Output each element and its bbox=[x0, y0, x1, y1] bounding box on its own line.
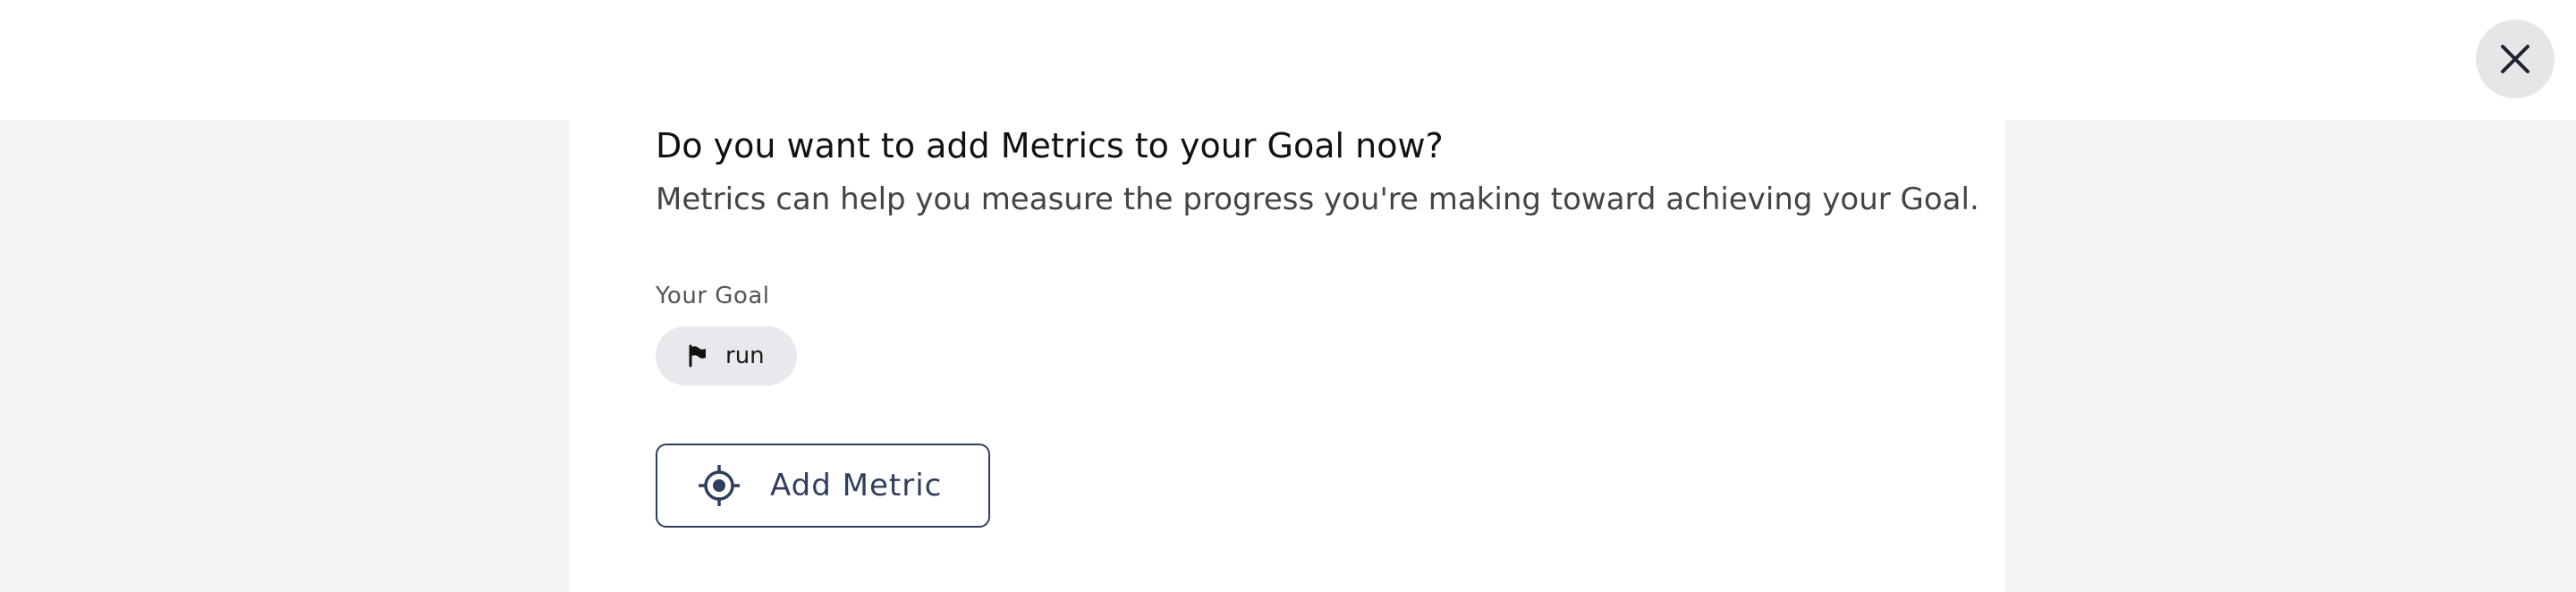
your-goal-label: Your Goal bbox=[656, 283, 770, 309]
close-button[interactable] bbox=[2476, 20, 2555, 98]
add-metric-button[interactable]: Add Metric bbox=[656, 444, 990, 528]
dialog-title: Do you want to add Metrics to your Goal … bbox=[656, 126, 1444, 165]
close-icon bbox=[2501, 45, 2529, 73]
goal-name: run bbox=[725, 343, 765, 369]
goal-chip: run bbox=[656, 326, 797, 385]
top-bar bbox=[0, 0, 2576, 120]
target-icon bbox=[699, 465, 740, 506]
add-metric-label: Add Metric bbox=[770, 468, 943, 503]
dialog-subtitle: Metrics can help you measure the progres… bbox=[656, 182, 1979, 217]
flag-icon bbox=[689, 344, 706, 368]
